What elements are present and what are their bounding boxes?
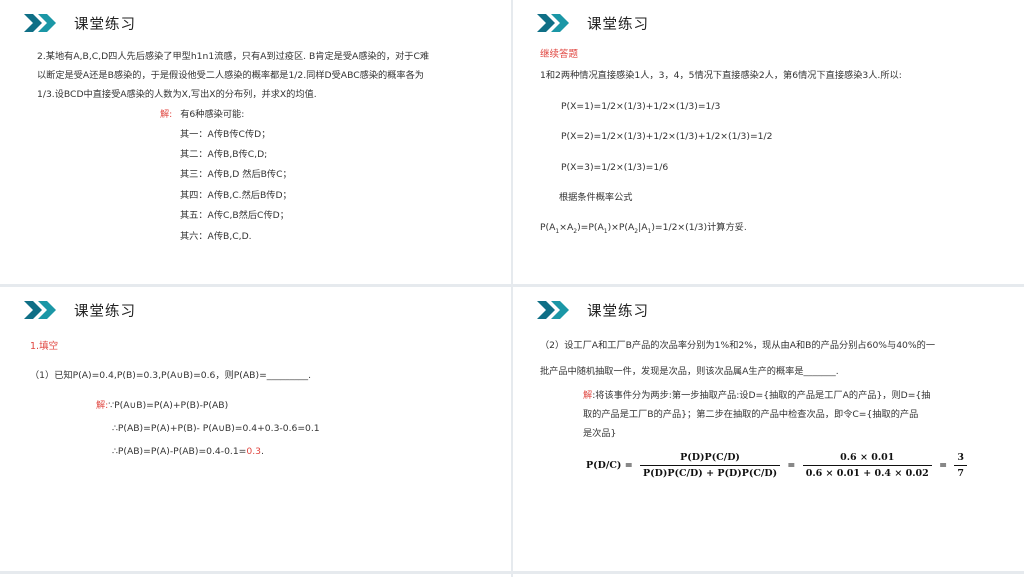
slide-header: 课堂练习 <box>24 12 136 34</box>
slide-2[interactable]: 课堂练习 继续答题 1和2两种情况直接感染1人，3，4，5情况下直接感染2人，第… <box>513 0 1024 284</box>
problem-line: 以断定是受A还是B感染的，于是假设他受二人感染的概率都是1/2.同样D受ABC感… <box>37 70 424 81</box>
subtitle-label: 继续答题 <box>540 49 579 60</box>
slide-4[interactable]: 课堂练习 （2）设工厂A和工厂B产品的次品率分别为1%和2%，现从由A和B的产品… <box>513 287 1024 571</box>
solution-line: ∴P(AB)=P(A)+P(B)- P(A∪B)=0.4+0.3-0.6=0.1 <box>112 423 320 434</box>
slide-title: 课堂练习 <box>74 303 136 320</box>
solution-label: 解: <box>96 400 109 411</box>
intro-text: 1和2两种情况直接感染1人，3，4，5情况下直接感染2人，第6情况下直接感染3人… <box>540 70 902 81</box>
double-chevron-icon <box>537 301 573 319</box>
case-item: 其四：A传B,C.然后B传D； <box>180 190 292 201</box>
answer-value: 0.3 <box>246 446 262 457</box>
equation: P(X=1)=1/2×(1/3)+1/2×(1/3)=1/3 <box>561 101 721 112</box>
case-item: 其三：A传B,D 然后B传C； <box>180 169 292 180</box>
final-equation: P(A1×A2)=P(A1)×P(A2|A1)=1/2×(1/3)计算方妥. <box>540 222 747 235</box>
bayes-formula: P(D/C) = P(D)P(C/D) P(D)P(C/D) + P(D)P(C… <box>586 452 967 479</box>
equation: P(X=2)=1/2×(1/3)+1/2×(1/3)+1/2×(1/3)=1/2 <box>561 131 773 142</box>
case-item: 其一：A传B传C传D； <box>180 129 271 140</box>
solution-line: 取的产品是工厂B的产品}；第二步在抽取的产品中检查次品，即令C={抽取的产品 <box>583 409 919 420</box>
double-chevron-icon <box>24 301 60 319</box>
double-chevron-icon <box>24 14 60 32</box>
equation: P(X=3)=1/2×(1/3)=1/6 <box>561 162 669 173</box>
solution-label: 解 <box>583 390 593 401</box>
question-line: （2）设工厂A和工厂B产品的次品率分别为1%和2%，现从由A和B的产品分别占60… <box>540 340 936 351</box>
problem-line: 1/3.设BCD中直接受A感染的人数为X,写出X的分布列，并求X的均值. <box>37 89 317 100</box>
note-text: 根据条件概率公式 <box>559 192 633 203</box>
case-item: 其六：A传B,C,D. <box>180 231 252 242</box>
case-item: 其二：A传B,B传C,D; <box>180 149 268 160</box>
slide-3[interactable]: 课堂练习 1.填空 （1）已知P(A)=0.4,P(B)=0.3,P(A∪B)=… <box>0 287 511 571</box>
question-line: 批产品中随机抽取一件，发现是次品，则该次品属A生产的概率是_______. <box>540 366 839 377</box>
case-item: 其五：A传C,B然后C传D； <box>180 210 289 221</box>
slide-title: 课堂练习 <box>74 16 136 33</box>
question-text: （1）已知P(A)=0.4,P(B)=0.3,P(A∪B)=0.6，则P(AB)… <box>30 370 312 381</box>
slide-header: 课堂练习 <box>537 12 649 34</box>
solution-line: ∴P(AB)=P(A)-P(AB)=0.4-0.1=0.3. <box>112 446 264 457</box>
slide-title: 课堂练习 <box>587 16 649 33</box>
solution-line: 是次品} <box>583 428 617 439</box>
solution-line: ∵P(A∪B)=P(A)+P(B)-P(AB) <box>108 400 229 411</box>
problem-line: 2.某地有A,B,C,D四人先后感染了甲型h1n1流感，只有A到过疫区. B肯定… <box>37 51 430 62</box>
section-label: 1.填空 <box>30 341 59 352</box>
slide-header: 课堂练习 <box>537 299 649 321</box>
slide-grid: 课堂练习 2.某地有A,B,C,D四人先后感染了甲型h1n1流感，只有A到过疫区… <box>0 0 1024 577</box>
slide-title: 课堂练习 <box>587 303 649 320</box>
double-chevron-icon <box>537 14 573 32</box>
slide-header: 课堂练习 <box>24 299 136 321</box>
slide-1[interactable]: 课堂练习 2.某地有A,B,C,D四人先后感染了甲型h1n1流感，只有A到过疫区… <box>0 0 511 284</box>
answer-intro: 有6种感染可能: <box>180 109 245 120</box>
answer-label: 解: <box>160 109 173 120</box>
solution-line: :将该事件分为两步:第一步抽取产品:设D={抽取的产品是工厂A的产品}，则D={… <box>592 390 931 401</box>
